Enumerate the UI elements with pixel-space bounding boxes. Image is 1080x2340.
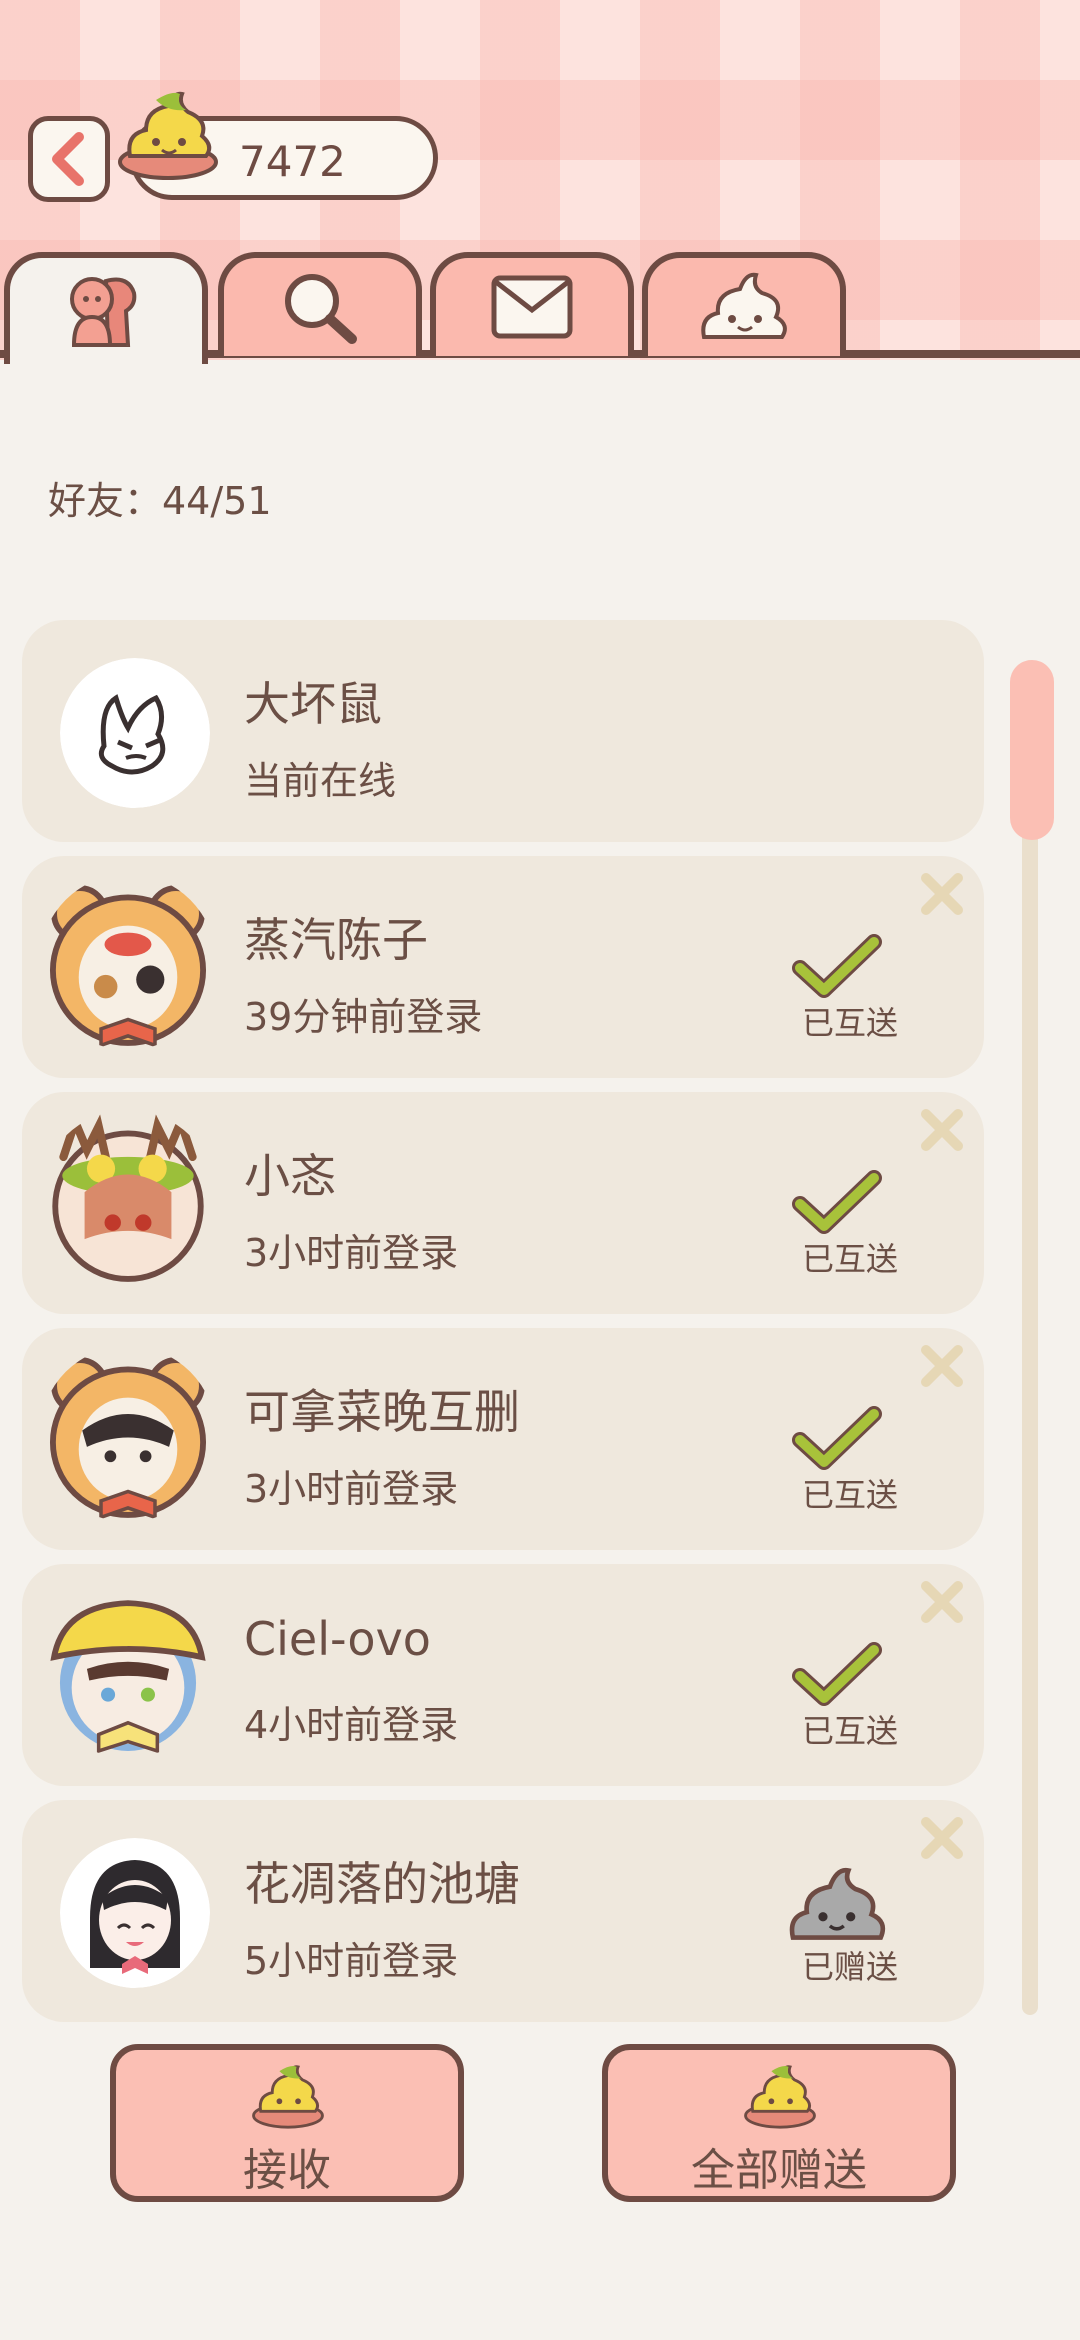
- friend-name: Ciel-ovo: [244, 1612, 431, 1666]
- gift-state-label: 已互送: [802, 1240, 899, 1278]
- friend-name: 花凋落的池塘: [244, 1857, 520, 1911]
- scrollbar-thumb[interactable]: [1010, 660, 1054, 840]
- poop-coin-icon: [744, 2065, 816, 2129]
- give-all-button[interactable]: 全部赠送: [602, 2044, 956, 2202]
- friend-card[interactable]: 大坏鼠 当前在线: [22, 620, 984, 842]
- check-icon: [792, 1406, 882, 1470]
- receive-button[interactable]: 接收: [110, 2044, 464, 2202]
- gift-state-label: 已互送: [802, 1476, 899, 1514]
- friend-card[interactable]: 可拿菜晚互删 3小时前登录 已互送: [22, 1328, 984, 1550]
- receive-label: 接收: [243, 2145, 331, 2196]
- scrollbar-track[interactable]: [1022, 660, 1038, 2015]
- friend-card[interactable]: 花凋落的池塘 5小时前登录 已赠送: [22, 1800, 984, 2022]
- friend-status: 4小时前登录: [244, 1703, 459, 1747]
- check-icon: [792, 1642, 882, 1706]
- tab-mail[interactable]: [430, 252, 634, 356]
- friend-status: 3小时前登录: [244, 1231, 459, 1275]
- bear-avatar: [49, 885, 207, 1048]
- friend-name: 大坏鼠: [244, 677, 382, 731]
- friend-status: 39分钟前登录: [244, 995, 483, 1039]
- poop-icon: [701, 272, 787, 339]
- tab-poop[interactable]: [642, 252, 846, 356]
- delete-friend-icon[interactable]: [918, 1342, 966, 1390]
- friend-count: 好友：44/51: [48, 479, 272, 523]
- hat-avatar: [50, 1600, 206, 1754]
- poop-coin-icon: [252, 2065, 324, 2129]
- friend-name: 可拿菜晚互删: [244, 1385, 520, 1439]
- friends-icon: [70, 277, 137, 347]
- friend-status: 当前在线: [244, 759, 397, 803]
- girl-avatar: [60, 1838, 210, 1988]
- poop-coin-icon: [118, 91, 218, 180]
- friend-name: 小忞: [244, 1149, 336, 1203]
- friend-card[interactable]: 小忞 3小时前登录 已互送: [22, 1092, 984, 1314]
- gray-poop-icon: [789, 1867, 886, 1940]
- friend-card[interactable]: 蒸汽陈子 39分钟前登录 已互送: [22, 856, 984, 1078]
- friend-status: 3小时前登录: [244, 1467, 459, 1511]
- delete-friend-icon[interactable]: [918, 870, 966, 918]
- give-all-label: 全部赠送: [691, 2145, 867, 2196]
- bunny-avatar: [60, 658, 210, 808]
- tab-search[interactable]: [218, 252, 422, 356]
- search-icon: [285, 274, 357, 344]
- gift-state-label: 已互送: [802, 1712, 899, 1750]
- tab-friends[interactable]: [4, 252, 208, 364]
- gift-state-label: 已互送: [802, 1004, 899, 1042]
- friend-name: 蒸汽陈子: [244, 913, 428, 967]
- check-icon: [792, 934, 882, 998]
- mail-icon: [491, 275, 573, 339]
- deer-avatar: [52, 1110, 204, 1282]
- check-icon: [792, 1170, 882, 1234]
- chevron-left-icon: [52, 132, 84, 186]
- gift-state-label: 已赠送: [802, 1948, 899, 1986]
- bear-avatar: [49, 1357, 207, 1520]
- delete-friend-icon[interactable]: [918, 1578, 966, 1626]
- delete-friend-icon[interactable]: [918, 1814, 966, 1862]
- delete-friend-icon[interactable]: [918, 1106, 966, 1154]
- back-button[interactable]: [28, 116, 110, 202]
- coin-value: 7472: [239, 137, 346, 186]
- friend-status: 5小时前登录: [244, 1939, 459, 1983]
- friend-card[interactable]: Ciel-ovo 4小时前登录 已互送: [22, 1564, 984, 1786]
